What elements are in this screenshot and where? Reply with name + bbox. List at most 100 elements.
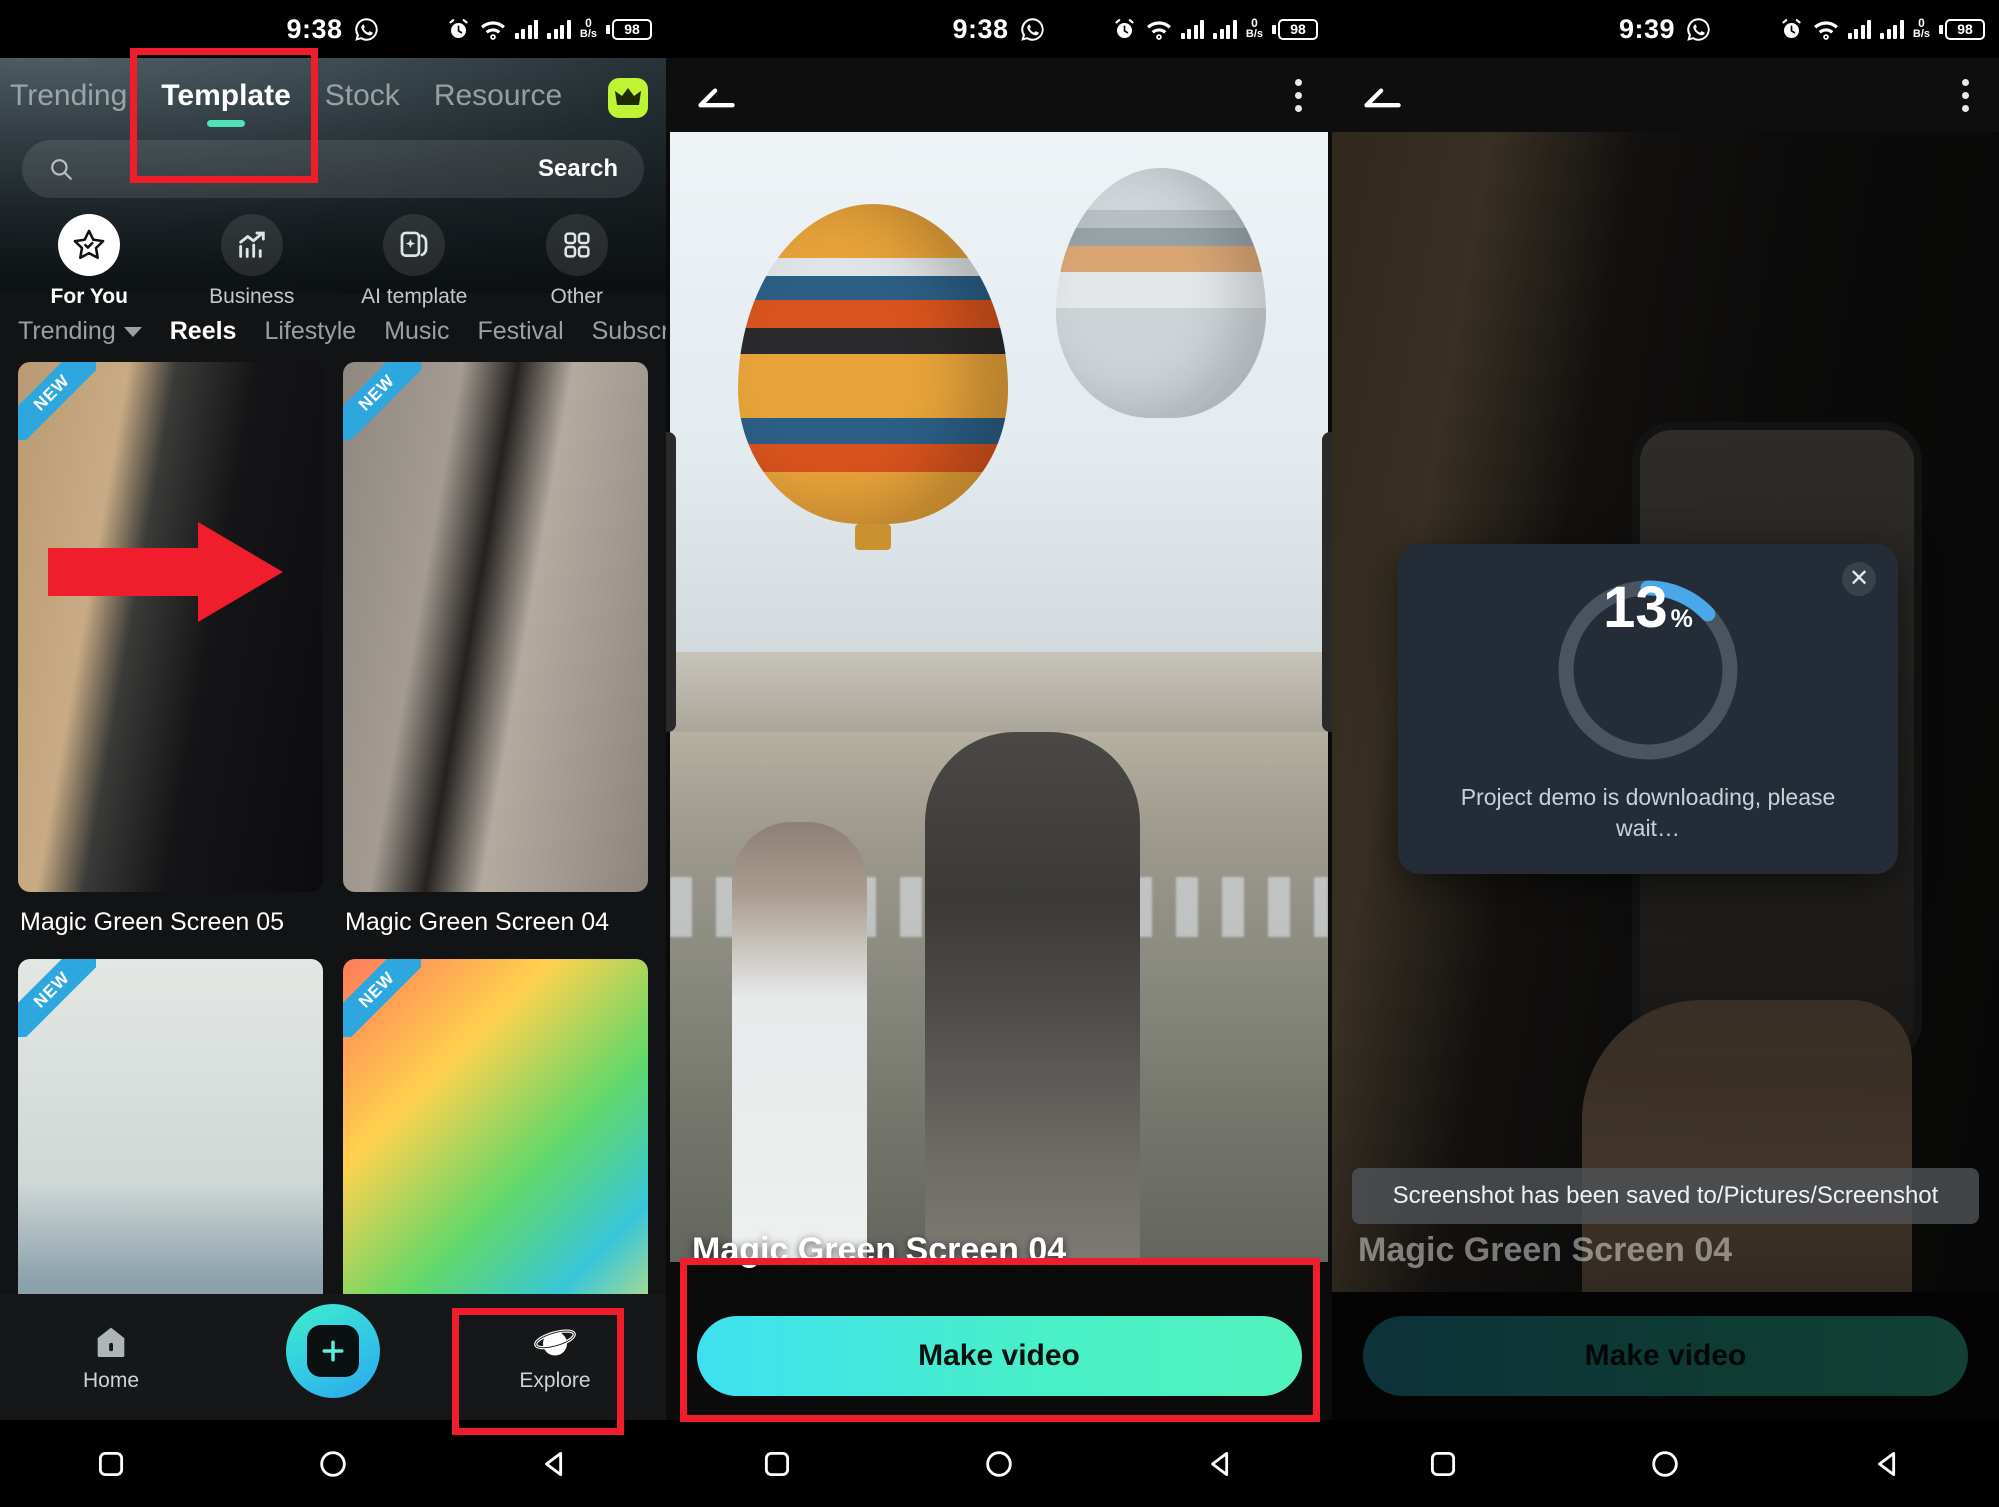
- make-video-button[interactable]: Make video: [696, 1316, 1302, 1396]
- network-speed-unit: B/s: [1912, 28, 1930, 40]
- subtab-trending-label: Trending: [18, 317, 116, 345]
- tab-template[interactable]: Template: [161, 79, 290, 123]
- battery-indicator: 98: [1939, 18, 1985, 40]
- android-system-nav: [666, 1420, 1332, 1507]
- circle-icon[interactable]: [982, 1447, 1016, 1481]
- preview-app-bar: [1332, 58, 1999, 132]
- new-badge-icon: NEW: [18, 362, 96, 440]
- wifi-icon: [1813, 21, 1838, 40]
- category-business-label: Business: [209, 285, 295, 308]
- triangle-back-icon[interactable]: [1871, 1447, 1905, 1481]
- nav-item-explore[interactable]: Explore: [480, 1322, 630, 1393]
- alarm-icon: [1115, 18, 1134, 38]
- square-icon[interactable]: [1426, 1447, 1460, 1481]
- category-ai-template-label: AI template: [361, 285, 468, 308]
- tab-stock[interactable]: Stock: [325, 79, 400, 123]
- template-thumbnail: NEW: [343, 362, 648, 892]
- phone-screen-template-browser: 9:38 0 B/s 98 Trending Template Stock Re…: [0, 0, 666, 1507]
- category-for-you[interactable]: For You: [8, 214, 171, 309]
- ai-cards-glyph-icon: [400, 231, 428, 257]
- subtab-festival[interactable]: Festival: [477, 317, 563, 346]
- home-icon: [97, 1327, 125, 1357]
- battery-indicator: 98: [1272, 18, 1318, 40]
- category-row: For You Business AI template Other: [0, 198, 666, 309]
- preview-title: Magic Green Screen 04: [1358, 1231, 1733, 1269]
- template-card[interactable]: NEW Magic Green Screen 04: [343, 362, 648, 939]
- subtab-reels[interactable]: Reels: [170, 317, 237, 346]
- nav-item-home[interactable]: Home: [36, 1322, 186, 1393]
- create-fab-button[interactable]: [286, 1304, 380, 1398]
- circle-icon[interactable]: [1648, 1447, 1682, 1481]
- network-speed-unit: B/s: [1245, 28, 1263, 40]
- search-button[interactable]: Search: [538, 155, 618, 183]
- new-badge-label: NEW: [343, 959, 421, 1037]
- preview-prev-peek[interactable]: [666, 432, 676, 732]
- subtab-lifestyle[interactable]: Lifestyle: [264, 317, 356, 346]
- preview-video-frame: [670, 132, 1328, 1262]
- star-badge-icon: [58, 214, 121, 276]
- triangle-back-icon[interactable]: [1204, 1447, 1238, 1481]
- new-badge-label: NEW: [343, 362, 421, 440]
- search-input[interactable]: [74, 155, 538, 183]
- progress-percent: 13 %: [1552, 574, 1744, 766]
- grid-squares-icon: [545, 214, 608, 276]
- template-header: Trending Template Stock Resource Search …: [0, 58, 666, 308]
- progress-percent-symbol: %: [1670, 605, 1693, 633]
- tab-resource[interactable]: Resource: [434, 79, 562, 123]
- ai-cards-icon: [383, 214, 446, 276]
- nav-item-create[interactable]: [258, 1304, 408, 1398]
- network-speed: 0 B/s: [1912, 17, 1930, 40]
- subtab-subscription[interactable]: Subscr: [592, 317, 666, 346]
- signal-bars-sim2: [547, 19, 571, 39]
- phone-screen-template-preview: 9:38 0 B/s 98 Magic Green Screen 04 Make…: [666, 0, 1332, 1507]
- battery-level: 98: [612, 18, 652, 40]
- new-badge-icon: NEW: [343, 959, 421, 1037]
- subtab-trending[interactable]: Trending: [18, 317, 142, 346]
- kebab-menu-icon[interactable]: [1962, 78, 1969, 112]
- close-icon[interactable]: ✕: [1842, 562, 1876, 596]
- signal-bars-sim2: [1880, 19, 1904, 39]
- battery-tip-icon: [1272, 24, 1276, 34]
- signal-bars-sim1: [514, 19, 539, 39]
- battery-indicator: 98: [606, 18, 652, 40]
- triangle-back-icon[interactable]: [538, 1447, 572, 1481]
- battery-tip-icon: [1939, 24, 1943, 34]
- android-system-nav: [0, 1420, 666, 1507]
- template-card-title: Magic Green Screen 05: [20, 908, 285, 936]
- template-card[interactable]: NEW Magic Green Screen 05: [18, 362, 323, 939]
- preview-next-peek[interactable]: [1322, 432, 1332, 732]
- square-icon[interactable]: [760, 1447, 794, 1481]
- category-ai-template[interactable]: AI template: [333, 214, 496, 309]
- nav-item-explore-label: Explore: [519, 1368, 591, 1392]
- progress-ring: 13 %: [1552, 574, 1744, 766]
- wifi-icon: [480, 21, 505, 40]
- status-bar: 9:38 0 B/s 98: [0, 0, 666, 58]
- category-other-label: Other: [550, 285, 604, 308]
- circle-icon[interactable]: [316, 1447, 350, 1481]
- person-right: [925, 732, 1140, 1262]
- new-badge-icon: NEW: [343, 362, 421, 440]
- subtab-music[interactable]: Music: [384, 317, 449, 346]
- back-arrow-icon[interactable]: [1362, 79, 1406, 111]
- top-tab-bar: Trending Template Stock Resource: [0, 58, 666, 132]
- category-other[interactable]: Other: [496, 214, 659, 309]
- template-preview-area: ✕ 13 % Project demo is downloading, plea…: [1332, 132, 1999, 1420]
- status-time: 9:39: [1618, 13, 1676, 44]
- preview-app-bar: [666, 58, 1332, 132]
- chevron-down-icon: [123, 326, 142, 337]
- screenshot-stage: 9:38 0 B/s 98 Trending Template Stock Re…: [0, 0, 1999, 1507]
- battery-tip-icon: [606, 24, 610, 34]
- square-icon[interactable]: [94, 1447, 128, 1481]
- status-time: 9:38: [286, 13, 343, 44]
- nav-item-home-label: Home: [82, 1368, 140, 1392]
- kebab-menu-icon[interactable]: [1295, 78, 1302, 112]
- search-bar[interactable]: Search: [22, 140, 644, 198]
- chart-trend-glyph-icon: [239, 231, 265, 258]
- category-business[interactable]: Business: [171, 214, 334, 309]
- back-arrow-icon[interactable]: [696, 79, 740, 111]
- grid-squares-glyph-icon: [564, 232, 590, 258]
- tab-trending[interactable]: Trending: [10, 79, 127, 123]
- crown-icon[interactable]: [608, 78, 648, 118]
- status-bar-icons: 0 B/s 98: [1779, 0, 1985, 58]
- new-badge-label: NEW: [18, 362, 96, 440]
